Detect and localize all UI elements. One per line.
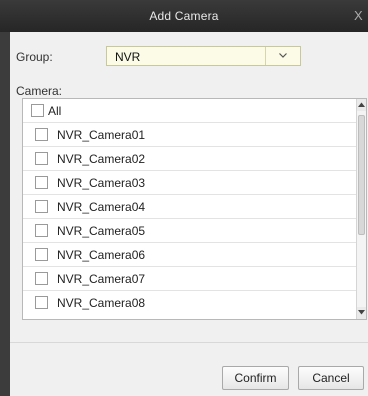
camera-checkbox[interactable] — [35, 176, 48, 189]
camera-checkbox[interactable] — [35, 128, 48, 141]
camera-row[interactable]: NVR_Camera08 — [23, 291, 356, 315]
arrow-down-icon — [358, 310, 365, 315]
camera-label: Camera: — [16, 84, 63, 98]
camera-checkbox[interactable] — [35, 152, 48, 165]
camera-all-row[interactable]: All — [23, 99, 356, 123]
camera-row[interactable]: NVR_Camera03 — [23, 171, 356, 195]
camera-row[interactable]: NVR_Camera04 — [23, 195, 356, 219]
camera-row-label: NVR_Camera06 — [57, 248, 146, 262]
camera-row-label: NVR_Camera05 — [57, 224, 146, 238]
group-select-value: NVR — [115, 50, 141, 64]
dialog-body: Group: NVR Camera: All NVR_Camera01 NVR_… — [10, 32, 368, 396]
confirm-button[interactable]: Confirm — [222, 366, 289, 390]
camera-checkbox[interactable] — [35, 200, 48, 213]
camera-checkbox[interactable] — [35, 272, 48, 285]
group-select[interactable]: NVR — [106, 46, 301, 66]
camera-row[interactable]: NVR_Camera06 — [23, 243, 356, 267]
camera-row-label: NVR_Camera08 — [57, 296, 146, 310]
camera-checkbox[interactable] — [35, 224, 48, 237]
arrow-up-icon — [358, 102, 365, 107]
group-select-toggle[interactable] — [265, 47, 300, 65]
camera-row[interactable]: NVR_Camera05 — [23, 219, 356, 243]
camera-row-label: NVR_Camera02 — [57, 152, 146, 166]
scroll-up-button[interactable] — [357, 99, 366, 111]
scroll-down-button[interactable] — [357, 307, 366, 319]
dialog-title: Add Camera — [149, 9, 219, 23]
camera-checkbox[interactable] — [35, 296, 48, 309]
close-icon[interactable]: X — [354, 0, 368, 32]
camera-row[interactable]: NVR_Camera02 — [23, 147, 356, 171]
camera-row[interactable]: NVR_Camera01 — [23, 123, 356, 147]
list-scrollbar[interactable] — [356, 99, 366, 319]
camera-row-label: NVR_Camera03 — [57, 176, 146, 190]
dialog-titlebar: Add Camera X — [0, 0, 368, 32]
group-label: Group: — [16, 50, 53, 64]
camera-checkbox[interactable] — [35, 248, 48, 261]
camera-row-label: NVR_Camera07 — [57, 272, 146, 286]
camera-list: All NVR_Camera01 NVR_Camera02 NVR_Camera… — [22, 98, 367, 320]
cancel-button[interactable]: Cancel — [298, 366, 364, 390]
chevron-down-icon — [279, 53, 287, 58]
camera-row[interactable]: NVR_Camera07 — [23, 267, 356, 291]
left-frame-edge — [0, 32, 10, 396]
camera-row-label: NVR_Camera01 — [57, 128, 146, 142]
camera-all-label: All — [48, 104, 62, 118]
camera-row-label: NVR_Camera04 — [57, 200, 146, 214]
scroll-thumb[interactable] — [358, 115, 365, 235]
checkbox-all[interactable] — [31, 104, 44, 117]
footer-divider — [10, 342, 368, 343]
